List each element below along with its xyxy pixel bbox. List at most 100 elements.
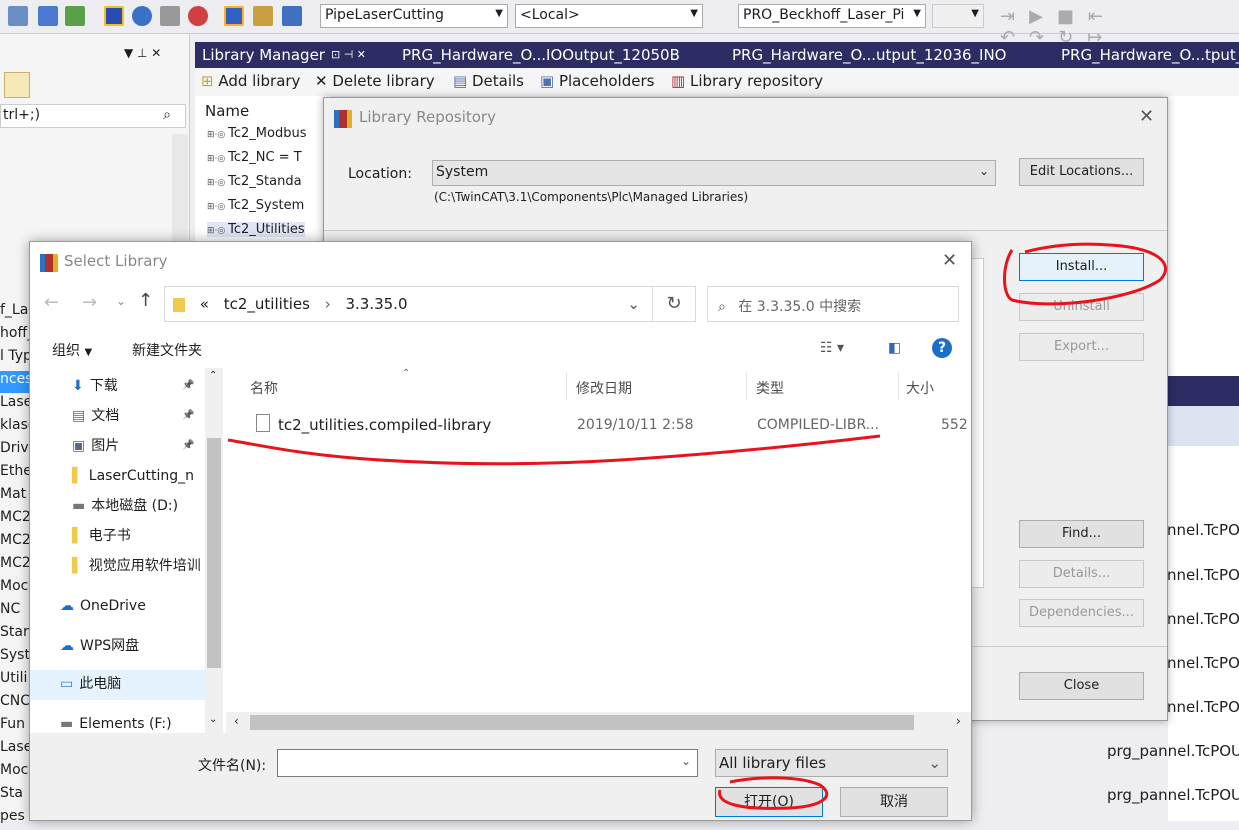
pin-icon[interactable]: 📌 [182,432,194,460]
close-button[interactable]: Close [1019,672,1144,700]
chart-icon[interactable] [38,6,58,26]
scroll-left-icon[interactable]: ‹ [234,714,239,728]
left-tree-row[interactable]: CNC [0,693,30,715]
left-tree-row[interactable]: Syst [0,647,30,669]
tab-library-manager[interactable]: Library Manager [202,46,325,64]
nav-item[interactable]: ▬ 本地磁盘 (D:) [72,492,205,520]
refresh-icon[interactable] [132,6,152,26]
activate-icon[interactable] [104,6,124,26]
scroll-thumb[interactable] [207,438,221,668]
nav-scrollbar[interactable]: ⌃ ⌄ [205,368,223,733]
column-type[interactable]: 类型 [756,378,784,398]
left-tree-row[interactable]: MC2 [0,555,31,577]
export-button[interactable]: Export... [1019,333,1144,361]
add-library-button[interactable]: ⊞ Add library [201,72,300,90]
target-icon[interactable] [188,6,208,26]
collapse-icon[interactable] [4,72,30,98]
left-tree-row[interactable]: Lase [0,394,32,416]
toolbar-icon-1[interactable] [8,6,28,26]
file-row[interactable]: tc2_utilities.compiled-library 2019/10/1… [236,412,971,438]
disconnect-icon[interactable] [282,6,302,26]
nav-item[interactable]: ▌ LaserCutting_n [72,462,205,490]
view-options-icon[interactable]: ☷ ▾ [820,340,844,356]
column-date[interactable]: 修改日期 [576,378,632,398]
library-tree-item[interactable]: ⊞·◎ Tc2_System [207,198,304,213]
recent-chevron-icon[interactable]: ⌄ [116,294,126,308]
chevron-down-icon[interactable]: ⌄ [681,754,691,768]
scroll-up-icon[interactable]: ⌃ [209,370,217,381]
dependencies-button[interactable]: Dependencies... [1019,599,1144,627]
library-tree-item[interactable]: ⊞·◎ Tc2_Standa [207,174,302,189]
chevron-down-icon[interactable]: ⌄ [627,295,640,313]
nav-item[interactable]: ▌ 电子书 [72,522,205,550]
file-type-filter[interactable]: All library files ⌄ [715,749,948,777]
left-tree-row[interactable]: Lase [0,739,32,761]
preview-pane-icon[interactable]: ◧ [888,340,901,356]
nav-item[interactable]: ▭ 此电脑 [60,670,205,698]
details-button[interactable]: Details... [1019,560,1144,588]
left-tree-row[interactable]: MC2 [0,509,31,531]
up-icon[interactable]: ↑ [138,290,153,311]
left-tree-row[interactable]: nces [0,371,32,393]
left-tree-row[interactable]: Ethe [0,463,32,485]
pin-icon[interactable]: 📌 [182,372,194,400]
left-tree-row[interactable]: Moc [0,578,28,600]
pin-icon[interactable]: ⊡ ⊣ ✕ [331,48,366,61]
left-tree-row[interactable]: pes [0,808,25,830]
nav-item[interactable]: ▣ 图片 📌 [72,432,205,460]
scroll-down-icon[interactable]: ⌄ [209,714,217,725]
target-combo[interactable]: <Local> ▼ [515,4,703,28]
library-tree-item[interactable]: ⊞·◎ Tc2_Utilities [207,222,305,237]
install-button[interactable]: Install... [1019,253,1144,281]
left-tree-row[interactable]: l Typ [0,348,32,370]
placeholders-button[interactable]: ▣ Placeholders [540,72,654,90]
left-tree-row[interactable]: Star [0,624,29,646]
location-select[interactable]: System ⌄ [432,160,996,186]
pin-icon[interactable]: 📌 [182,402,194,430]
search-input[interactable]: ⌕ 在 3.3.35.0 中搜索 [707,286,959,322]
organize-button[interactable]: 组织 ▼ [52,340,92,360]
left-tree-row[interactable]: Mat [0,486,26,508]
library-tree-item[interactable]: ⊞·◎ Tc2_Modbus [207,126,306,141]
tab-prg-hardware-1[interactable]: PRG_Hardware_O...IOOutput_12050B [402,46,680,64]
tab-prg-hardware-2[interactable]: PRG_Hardware_O...utput_12036_INO [732,46,1006,64]
open-button[interactable]: 打开(O) [715,787,823,817]
empty-combo[interactable]: ▼ [932,4,984,28]
left-tree-row[interactable]: MC2 [0,532,31,554]
config-icon[interactable] [224,6,244,26]
nav-item[interactable]: ▤ 文档 📌 [72,402,205,430]
solution-combo[interactable]: PipeLaserCutting ▼ [320,4,508,28]
library-repository-button[interactable]: ▥ Library repository [671,72,823,90]
nav-item[interactable]: ☁ OneDrive [60,592,205,620]
left-tree-row[interactable]: Sta [0,785,23,807]
project-combo[interactable]: PRO_Beckhoff_Laser_Pi ▼ [738,4,926,28]
tab-prg-hardware-3[interactable]: PRG_Hardware_O...tput_ [1061,46,1239,64]
help-icon[interactable]: ? [932,338,952,358]
wand-icon[interactable] [160,6,180,26]
back-icon[interactable]: ← [44,292,59,313]
image-icon[interactable] [65,6,85,26]
left-tree-row[interactable]: Fun [0,716,25,738]
column-size[interactable]: 大小 [906,378,934,398]
pane-controls-icon[interactable]: ▼ ⊥ ✕ [124,46,161,60]
path-box[interactable]: « tc2_utilities › 3.3.35.0 ⌄ [164,286,653,322]
forward-icon[interactable]: → [82,292,97,313]
close-icon[interactable]: ✕ [942,250,957,271]
find-button[interactable]: Find... [1019,520,1144,548]
delete-library-button[interactable]: ✕ Delete library [315,72,435,90]
column-name[interactable]: 名称 [250,378,278,398]
h-scroll-thumb[interactable] [250,715,914,730]
left-tree-row[interactable]: Moc [0,762,28,784]
filename-input[interactable]: ⌄ [277,749,698,777]
details-button[interactable]: ▤ Details [453,72,524,90]
nav-item[interactable]: ▌ 视觉应用软件培训 [72,552,205,580]
uninstall-button[interactable]: Uninstall [1019,293,1144,321]
left-tree-row[interactable]: Utili [0,670,27,692]
refresh-button[interactable]: ↻ [652,286,696,322]
close-icon[interactable]: ✕ [1139,106,1154,127]
nav-item[interactable]: ☁ WPS网盘 [60,632,205,660]
left-tree-row[interactable]: NC [0,601,20,623]
scroll-right-icon[interactable]: › [956,714,961,728]
library-tree-item[interactable]: ⊞·◎ Tc2_NC = T [207,150,302,165]
left-search-input[interactable]: trl+;) ⌕ [0,104,186,128]
